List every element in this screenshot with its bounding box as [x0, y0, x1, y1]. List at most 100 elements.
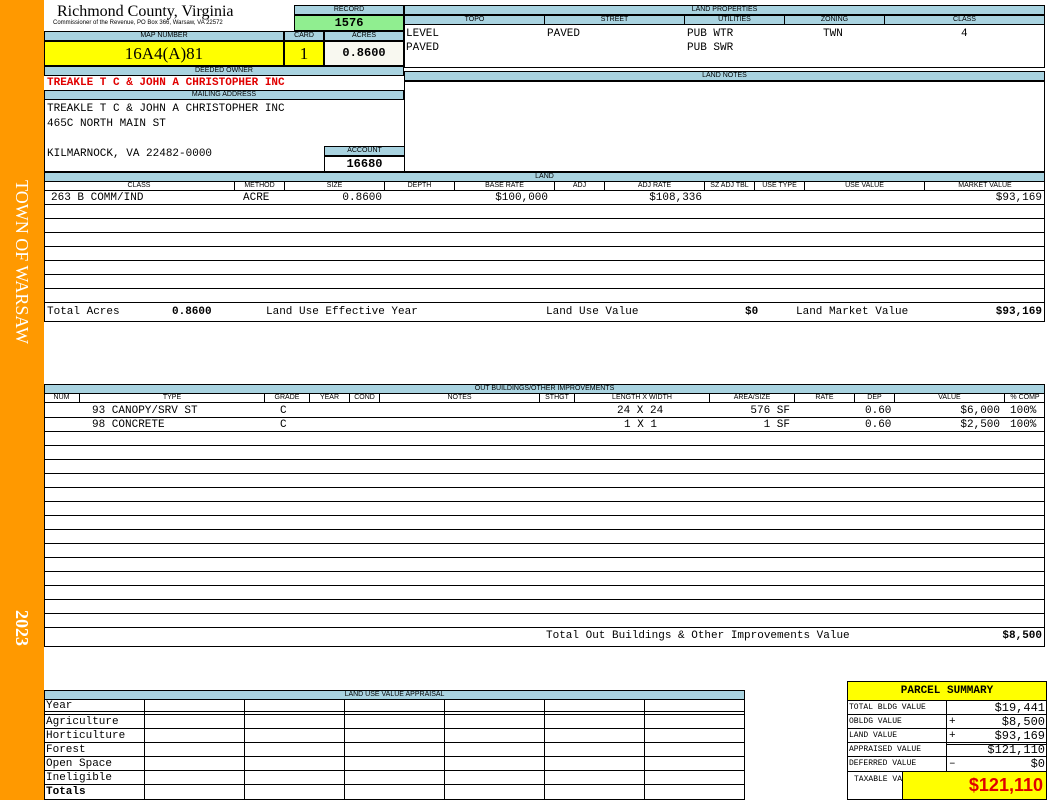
ob-row-1-value: $6,000	[960, 405, 1000, 417]
luva-row-line	[44, 742, 745, 743]
land-col-adj: ADJ	[554, 181, 604, 190]
acres-header: ACRES	[324, 31, 404, 41]
land-row-method: ACRE	[243, 192, 270, 204]
ob-col-comp: % COMP	[1004, 393, 1045, 402]
ob-row-2-grade: C	[280, 419, 287, 431]
topo-header: TOPO	[404, 15, 545, 25]
commissioner-address: Commissioner of the Revenue, PO Box 366,…	[53, 20, 223, 26]
deeded-owner-header: DEEDED OWNER	[44, 66, 404, 76]
ob-row-line	[44, 417, 1045, 418]
ob-row-line	[44, 473, 1045, 474]
street-header: STREET	[544, 15, 685, 25]
record-number: 1576	[294, 15, 404, 31]
land-col-size: SIZE	[284, 181, 384, 190]
topo-value-2: PAVED	[406, 42, 440, 54]
ob-row-1-area: 576 SF	[750, 405, 790, 417]
parcel-summary-title: PARCEL SUMMARY	[847, 681, 1047, 701]
ob-row-2-area: 1 SF	[763, 419, 790, 431]
card-number: 1	[284, 41, 324, 66]
land-col-use-type: USE TYPE	[754, 181, 804, 190]
topo-value-1: LEVEL	[406, 28, 440, 40]
land-row-adj-rate: $108,336	[649, 192, 702, 204]
mailing-line-3: KILMARNOCK, VA 22482-0000	[47, 148, 213, 160]
record-header: RECORD	[294, 5, 404, 15]
class-header: CLASS	[884, 15, 1045, 25]
card-header: CARD	[284, 31, 324, 41]
mailing-address-header: MAILING ADDRESS	[44, 90, 404, 100]
luva-row-line	[44, 784, 745, 785]
ob-row-2-type: 98 CONCRETE	[92, 419, 165, 431]
luva-row-line	[44, 728, 745, 729]
land-row-line	[44, 204, 1045, 205]
ob-row-line	[44, 571, 1045, 572]
mailing-line-2: 465C NORTH MAIN ST	[47, 118, 166, 130]
total-acres-value: 0.8600	[172, 306, 212, 318]
luva-row-line	[44, 714, 745, 715]
effective-year-label: Land Use Effective Year	[266, 306, 418, 318]
zoning-header: ZONING	[784, 15, 885, 25]
ob-total-value: $8,500	[1002, 630, 1042, 642]
ob-col-type: TYPE	[79, 393, 264, 402]
summary-label-total-bldg: TOTAL BLDG VALUE	[849, 703, 926, 712]
summary-label-obldg: OBLDG VALUE	[849, 717, 902, 726]
ob-col-value: VALUE	[894, 393, 1004, 402]
land-row-line	[44, 246, 1045, 247]
land-col-market-value: MARKET VALUE	[924, 181, 1045, 190]
account-header: ACCOUNT	[324, 146, 405, 156]
land-col-class: CLASS	[127, 182, 151, 189]
summary-label-land: LAND VALUE	[849, 731, 898, 740]
ob-row-1-dep: 0.60	[865, 405, 892, 417]
land-use-value-label: Land Use Value	[546, 306, 639, 318]
land-row-line	[44, 218, 1045, 219]
ob-col-year: YEAR	[309, 393, 349, 402]
land-row-line	[44, 232, 1045, 233]
land-market-value: $93,169	[995, 306, 1042, 318]
class-value: 4	[961, 28, 968, 40]
land-notes-header: LAND NOTES	[404, 71, 1045, 81]
ob-col-cond: COND	[349, 393, 379, 402]
ob-row-line	[44, 529, 1045, 530]
summary-label-appraised: APPRAISED VALUE	[849, 745, 922, 754]
summary-value-land: $93,169	[994, 729, 1045, 743]
land-row-line	[44, 274, 1045, 275]
land-row-size: 0.8600	[342, 192, 382, 204]
summary-op-deferred: –	[949, 758, 956, 770]
ob-row-line	[44, 599, 1045, 600]
summary-value-appraised: $121,110	[987, 743, 1045, 757]
ob-col-rate: RATE	[794, 393, 854, 402]
land-row-class: 263 B COMM/IND	[51, 192, 144, 204]
town-label: TOWN OF WARSAW	[12, 180, 32, 344]
luva-row-forest: Forest	[46, 744, 86, 756]
land-col-depth: DEPTH	[384, 181, 454, 190]
land-col-method: METHOD	[234, 181, 284, 190]
land-properties-header: LAND PROPERTIES	[404, 5, 1045, 15]
land-col-use-value: USE VALUE	[804, 181, 924, 190]
luva-row-agriculture: Agriculture	[46, 716, 119, 728]
land-col-sz-adj: SZ ADJ TBL	[704, 181, 754, 190]
luva-row-line	[44, 711, 745, 712]
street-value: PAVED	[547, 28, 581, 40]
ob-row-line	[44, 585, 1045, 586]
utility-value-2: PUB SWR	[687, 42, 734, 54]
land-market-value-label: Land Market Value	[796, 306, 909, 318]
luva-row-line	[44, 770, 745, 771]
land-col-base-rate: BASE RATE	[454, 181, 554, 190]
ob-col-sthgt: STHGT	[539, 393, 574, 402]
acres-value: 0.8600	[324, 41, 404, 66]
ob-row-1-grade: C	[280, 405, 287, 417]
ob-row-line	[44, 557, 1045, 558]
outbuildings-column-headers: NUM TYPE GRADE YEAR COND NOTES STHGT LEN…	[44, 393, 1045, 403]
summary-value-total-bldg: $19,441	[994, 701, 1045, 715]
map-number: 16A4(A)81	[44, 41, 284, 66]
ob-col-notes: NOTES	[379, 393, 539, 402]
map-number-header: MAP NUMBER	[44, 31, 284, 41]
land-col-adj-rate: ADJ RATE	[604, 181, 704, 190]
taxable-value: $121,110	[902, 771, 1047, 800]
utilities-header: UTILITIES	[684, 15, 785, 25]
summary-op-land: +	[949, 730, 956, 742]
land-column-headers: CLASS METHOD SIZE DEPTH BASE RATE ADJ AD…	[44, 181, 1045, 191]
owner-name: TREAKLE T C & JOHN A CHRISTOPHER INC	[47, 77, 285, 89]
land-row-line	[44, 260, 1045, 261]
luva-row-totals: Totals	[46, 786, 86, 798]
account-number: 16680	[324, 156, 405, 172]
